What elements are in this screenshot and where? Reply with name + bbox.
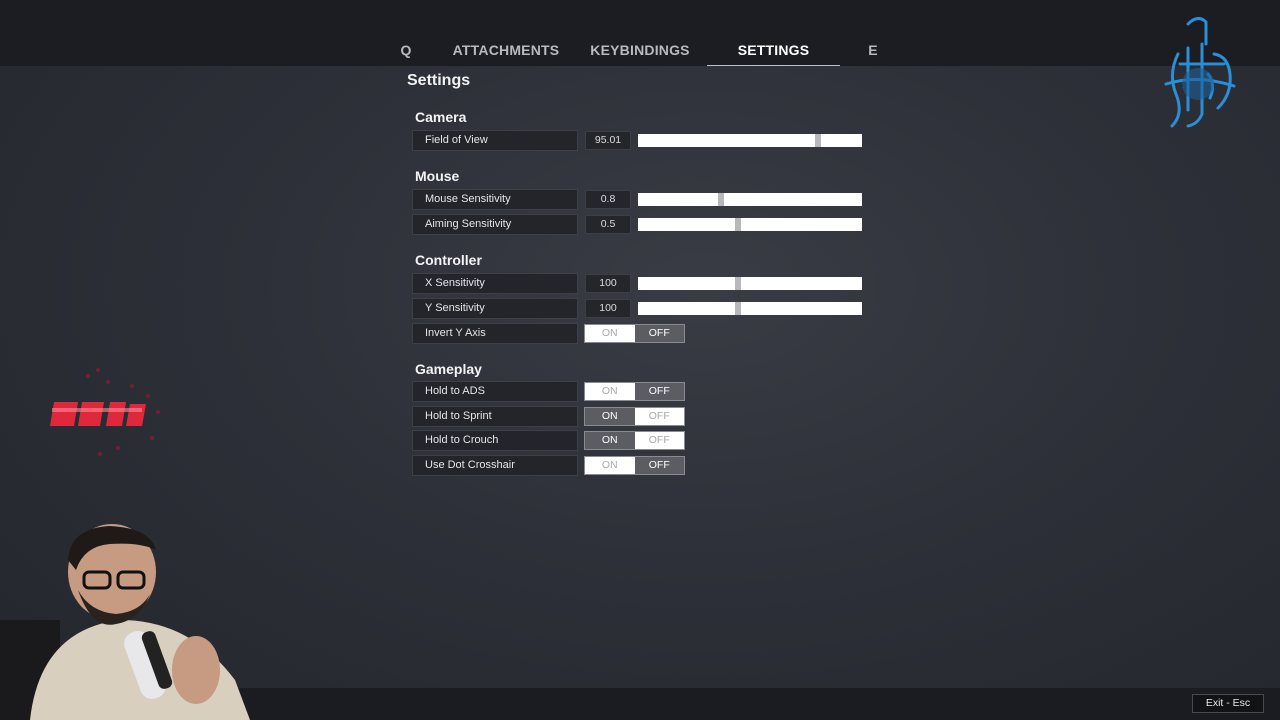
tab-attachments[interactable]: ATTACHMENTS bbox=[448, 34, 564, 66]
x-sensitivity-label: X Sensitivity bbox=[412, 273, 578, 294]
hold-to-crouch-on-option[interactable]: ON bbox=[585, 432, 635, 449]
mouse-sensitivity-value-input[interactable]: 0.8 bbox=[585, 190, 631, 209]
x-sensitivity-value-input[interactable]: 100 bbox=[585, 274, 631, 293]
page-title: Settings bbox=[407, 72, 471, 89]
aiming-sensitivity-slider-thumb[interactable] bbox=[734, 218, 741, 231]
hold-to-ads-on-option[interactable]: ON bbox=[585, 383, 635, 400]
section-title-camera: Camera bbox=[415, 109, 467, 125]
aiming-sensitivity-slider[interactable] bbox=[638, 218, 862, 231]
fov-label: Field of View bbox=[412, 130, 578, 151]
use-dot-crosshair-on-option[interactable]: ON bbox=[585, 457, 635, 474]
x-sensitivity-slider-thumb[interactable] bbox=[734, 277, 741, 290]
hold-to-ads-toggle[interactable]: ON OFF bbox=[584, 382, 685, 401]
hand-shape bbox=[172, 636, 220, 704]
use-dot-crosshair-label: Use Dot Crosshair bbox=[412, 455, 578, 476]
hold-to-sprint-toggle[interactable]: ON OFF bbox=[584, 407, 685, 426]
tab-q-key[interactable]: Q bbox=[396, 34, 416, 66]
fov-value-input[interactable]: 95.01 bbox=[585, 131, 631, 150]
mouse-sensitivity-label: Mouse Sensitivity bbox=[412, 189, 578, 210]
webcam-overlay bbox=[0, 524, 250, 720]
hold-to-ads-off-option[interactable]: OFF bbox=[634, 383, 684, 400]
hold-to-sprint-off-option[interactable]: OFF bbox=[634, 408, 684, 425]
y-sensitivity-slider[interactable] bbox=[638, 302, 862, 315]
hold-to-crouch-toggle[interactable]: ON OFF bbox=[584, 431, 685, 450]
tab-e-key[interactable]: E bbox=[863, 34, 883, 66]
overlay-graphic-icon bbox=[50, 368, 160, 456]
aiming-sensitivity-label: Aiming Sensitivity bbox=[412, 214, 578, 235]
mouse-sensitivity-slider[interactable] bbox=[638, 193, 862, 206]
hold-to-crouch-off-option[interactable]: OFF bbox=[634, 432, 684, 449]
invert-y-axis-on-option[interactable]: ON bbox=[585, 325, 635, 342]
fov-slider[interactable] bbox=[638, 134, 862, 147]
section-title-gameplay: Gameplay bbox=[415, 361, 482, 377]
exit-button[interactable]: Exit - Esc bbox=[1192, 694, 1264, 713]
invert-y-axis-off-option[interactable]: OFF bbox=[634, 325, 684, 342]
use-dot-crosshair-toggle[interactable]: ON OFF bbox=[584, 456, 685, 475]
y-sensitivity-label: Y Sensitivity bbox=[412, 298, 578, 319]
tab-keybindings[interactable]: KEYBINDINGS bbox=[586, 34, 694, 66]
section-title-controller: Controller bbox=[415, 252, 482, 268]
streamer-logo-icon bbox=[1164, 17, 1236, 128]
hold-to-ads-label: Hold to ADS bbox=[412, 381, 578, 402]
invert-y-axis-label: Invert Y Axis bbox=[412, 323, 578, 344]
y-sensitivity-slider-thumb[interactable] bbox=[734, 302, 741, 315]
x-sensitivity-slider[interactable] bbox=[638, 277, 862, 290]
use-dot-crosshair-off-option[interactable]: OFF bbox=[634, 457, 684, 474]
invert-y-axis-toggle[interactable]: ON OFF bbox=[584, 324, 685, 343]
hold-to-crouch-label: Hold to Crouch bbox=[412, 430, 578, 451]
tab-settings[interactable]: SETTINGS bbox=[707, 34, 840, 66]
mouse-sensitivity-slider-thumb[interactable] bbox=[717, 193, 724, 206]
tab-bar: Q ATTACHMENTS KEYBINDINGS SETTINGS E bbox=[0, 0, 1280, 66]
hold-to-sprint-on-option[interactable]: ON bbox=[585, 408, 635, 425]
hold-to-sprint-label: Hold to Sprint bbox=[412, 406, 578, 427]
aiming-sensitivity-value-input[interactable]: 0.5 bbox=[585, 215, 631, 234]
section-title-mouse: Mouse bbox=[415, 168, 460, 184]
y-sensitivity-value-input[interactable]: 100 bbox=[585, 299, 631, 318]
fov-slider-thumb[interactable] bbox=[815, 134, 822, 147]
